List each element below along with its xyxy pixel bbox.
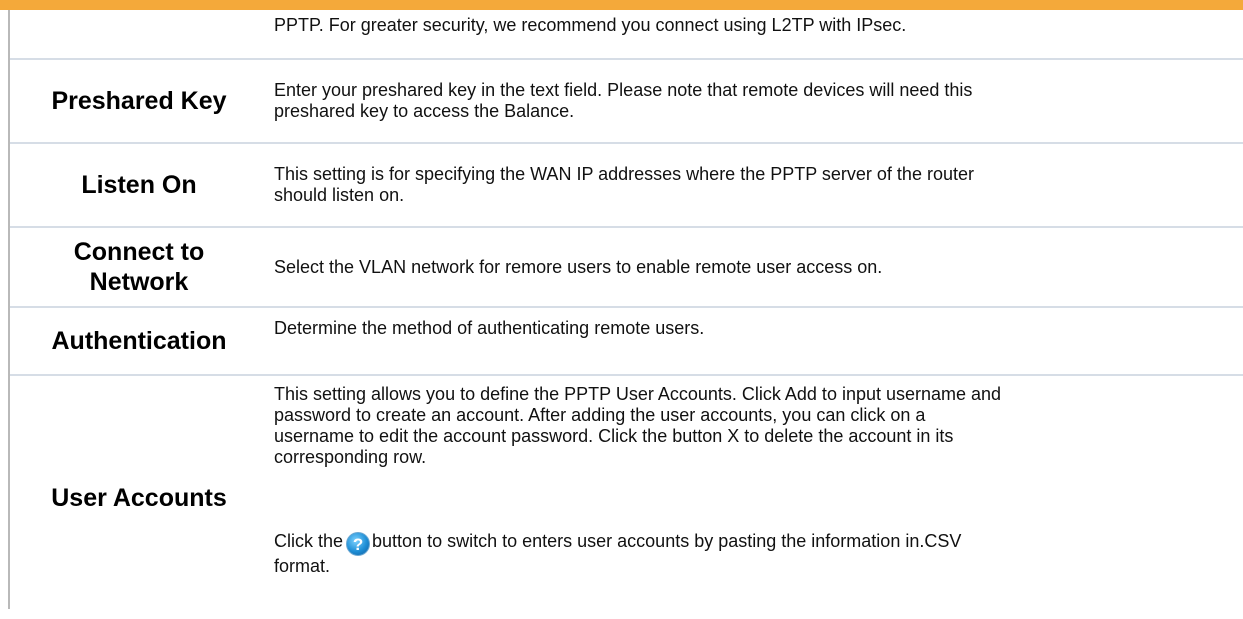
table-row: PPTP. For greater security, we recommend…	[10, 10, 1243, 60]
table-row: Connect to Network Select the VLAN netwo…	[10, 227, 1243, 308]
setting-label: Preshared Key	[10, 59, 268, 144]
help-question-icon: ?	[346, 532, 371, 556]
description-line: corresponding row.	[274, 447, 427, 467]
setting-description: Select the VLAN network for remore users…	[268, 227, 1243, 308]
description-line: PPTP. For greater security, we recommend…	[274, 15, 907, 35]
description-line: should listen on.	[274, 185, 405, 205]
description-line: password to create an account. After add…	[274, 405, 926, 425]
table-row: Preshared Key Enter your preshared key i…	[10, 59, 1243, 144]
description-line: Determine the method of authenticating r…	[274, 318, 705, 338]
description-line: This setting is for specifying the WAN I…	[274, 164, 974, 184]
table-row: Listen On This setting is for specifying…	[10, 143, 1243, 228]
description-line: Click the? button to switch to enters use…	[274, 531, 1243, 556]
setting-label: User Accounts	[51, 483, 227, 512]
setting-label	[10, 10, 268, 60]
help-text-before: Click the	[274, 531, 344, 551]
setting-description: This setting is for specifying the WAN I…	[268, 143, 1243, 228]
top-accent-bar	[0, 0, 1243, 10]
table-row: User Accounts This setting allows you to…	[10, 375, 1243, 619]
setting-label: Authentication	[10, 307, 268, 376]
label-line: Network	[89, 268, 189, 296]
table-row: Authentication Determine the method of a…	[10, 307, 1243, 376]
description-line: This setting allows you to define the PP…	[274, 384, 1002, 404]
setting-description: PPTP. For greater security, we recommend…	[268, 10, 1243, 60]
label-line: Connect to	[73, 238, 205, 266]
description-line: Select the VLAN network for remore users…	[274, 256, 883, 277]
setting-label: Connect to Network	[10, 227, 268, 308]
setting-description: Determine the method of authenticating r…	[268, 307, 1243, 376]
description-line: username to edit the account password. C…	[274, 426, 954, 446]
description-line: format.	[274, 556, 331, 576]
setting-label: Listen On	[10, 143, 268, 228]
description-line: Enter your preshared key in the text fie…	[274, 80, 973, 100]
setting-description: Enter your preshared key in the text fie…	[268, 59, 1243, 144]
description-line: preshared key to access the Balance.	[274, 101, 575, 121]
settings-table: PPTP. For greater security, we recommend…	[10, 10, 1243, 619]
setting-description: This setting allows you to define the PP…	[268, 375, 1243, 619]
help-text-after: button to switch to enters user accounts…	[372, 531, 962, 551]
